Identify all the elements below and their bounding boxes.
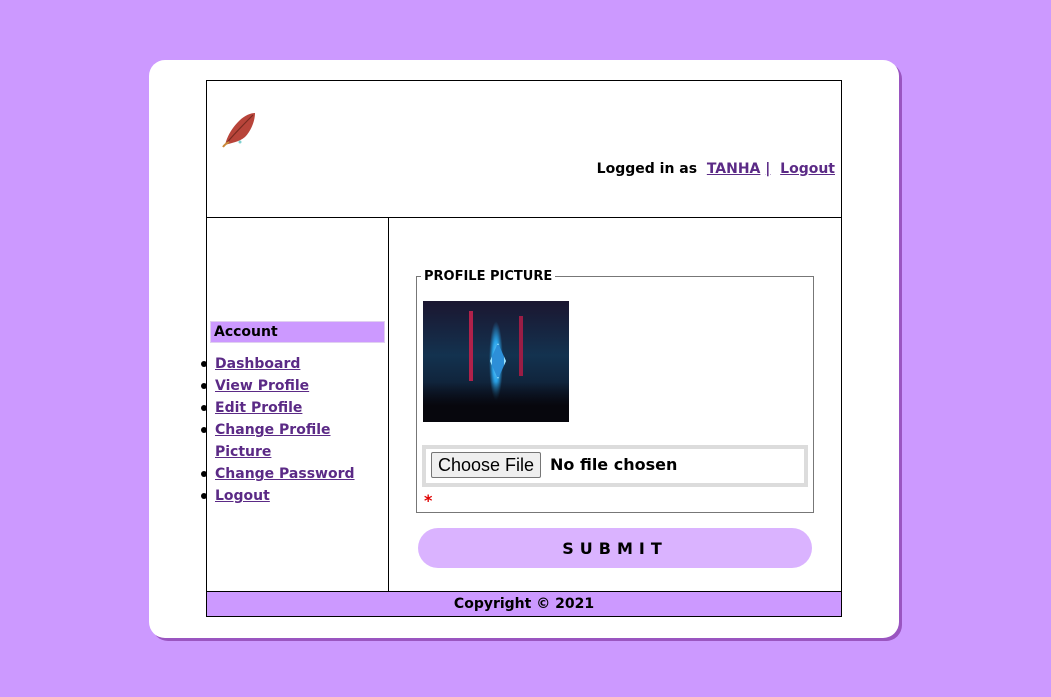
file-status-text: No file chosen <box>550 455 678 474</box>
required-marker: * <box>424 491 433 510</box>
header-separator: | <box>765 161 771 177</box>
header: Logged in as TANHA | Logout <box>207 81 841 218</box>
file-input[interactable]: Choose File No file chosen <box>422 445 808 487</box>
change-password-link[interactable]: Change Password <box>215 466 355 482</box>
sidebar-nav: Dashboard View Profile Edit Profile Chan… <box>201 353 388 507</box>
leaf-icon <box>222 113 255 148</box>
view-profile-link[interactable]: View Profile <box>215 378 309 394</box>
dashboard-link[interactable]: Dashboard <box>215 356 300 372</box>
sidebar-item-dashboard: Dashboard <box>201 353 388 375</box>
change-profile-picture-link[interactable]: Change Profile Picture <box>215 422 331 460</box>
header-logout-link[interactable]: Logout <box>780 161 835 177</box>
login-status: Logged in as TANHA | Logout <box>597 161 835 177</box>
edit-profile-link[interactable]: Edit Profile <box>215 400 302 416</box>
profile-picture-legend: PROFILE PICTURE <box>424 269 553 284</box>
sidebar-title: Account <box>210 321 385 343</box>
profile-picture-image <box>423 301 569 422</box>
sidebar-item-logout: Logout <box>201 485 388 507</box>
sidebar-item-edit-profile: Edit Profile <box>201 397 388 419</box>
submit-button[interactable]: SUBMIT <box>418 528 812 568</box>
username-link[interactable]: TANHA <box>707 161 761 177</box>
sidebar-item-change-profile-picture: Change Profile Picture <box>201 419 388 463</box>
layout-frame: Logged in as TANHA | Logout Account Dash… <box>201 80 842 617</box>
sidebar-item-view-profile: View Profile <box>201 375 388 397</box>
choose-file-button[interactable]: Choose File <box>431 452 542 478</box>
sidebar-logout-link[interactable]: Logout <box>215 488 270 504</box>
logged-in-label: Logged in as <box>596 161 698 177</box>
sidebar-item-change-password: Change Password <box>201 463 388 485</box>
footer: Copyright © 2021 <box>207 591 841 616</box>
main-content: PROFILE PICTURE Choose File No file chos… <box>389 218 841 591</box>
profile-picture-fieldset: PROFILE PICTURE Choose File No file chos… <box>416 269 814 513</box>
sidebar: Account Dashboard View Profile Edit Prof… <box>201 218 389 591</box>
